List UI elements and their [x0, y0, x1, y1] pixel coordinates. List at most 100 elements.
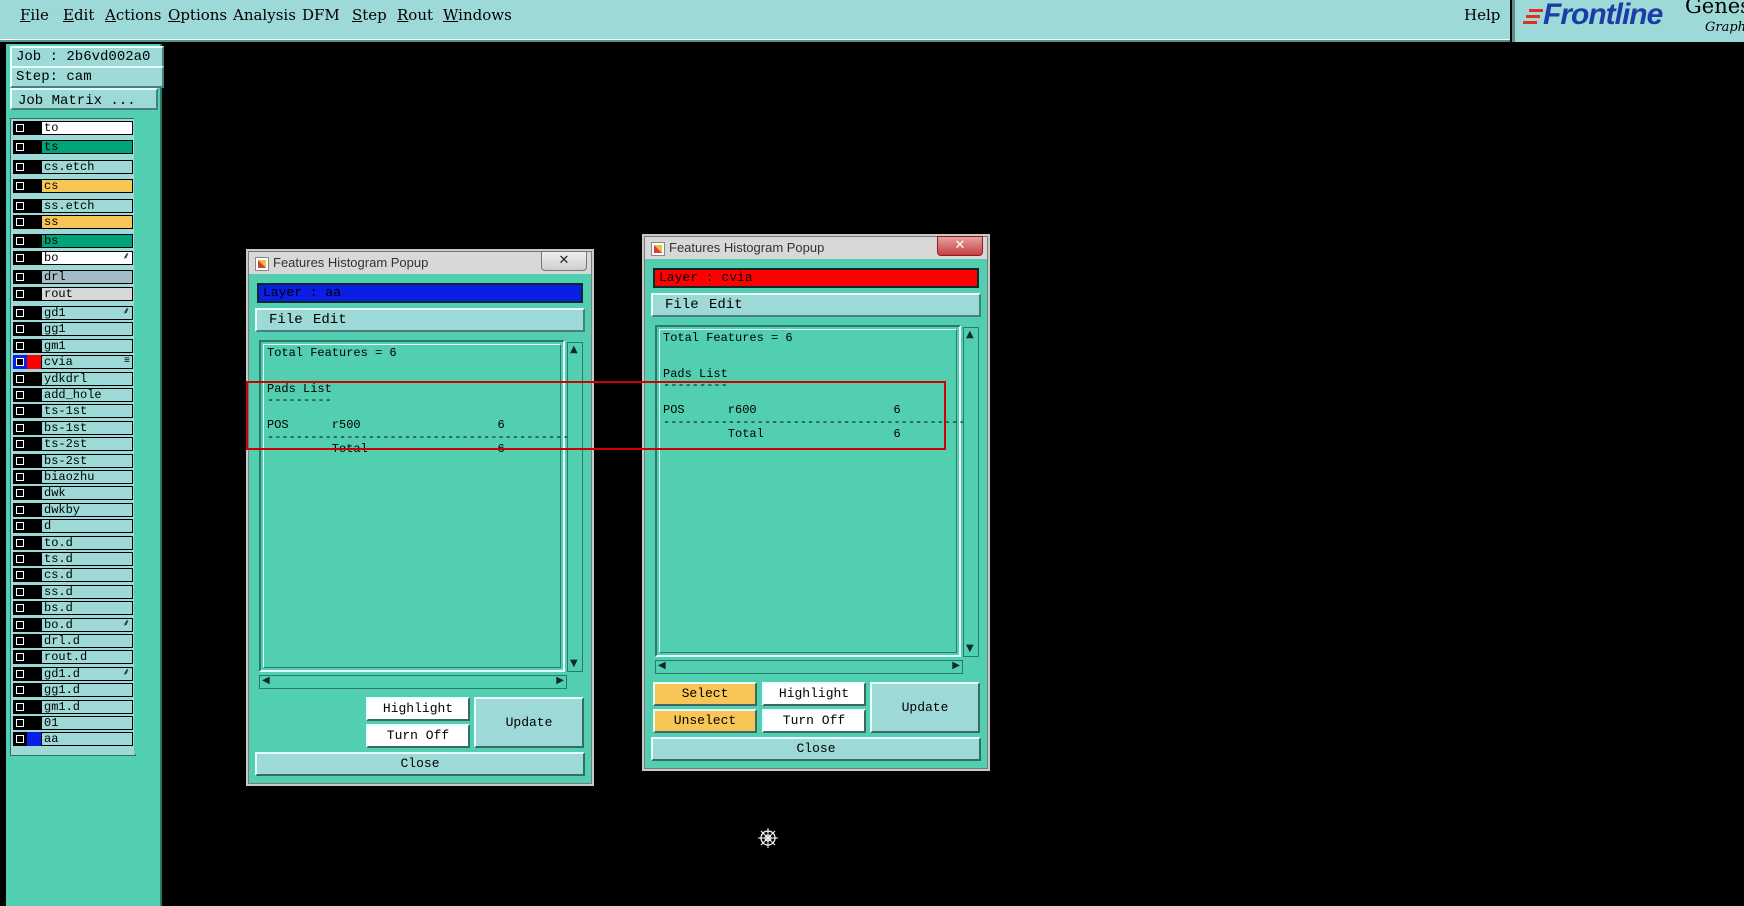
layer-row[interactable]: cs.etch — [13, 159, 133, 174]
layer-checkbox[interactable] — [13, 159, 27, 174]
layer-name[interactable]: ss.d — [41, 584, 133, 599]
layer-checkbox[interactable] — [13, 286, 27, 301]
layer-name[interactable]: cs — [41, 179, 133, 194]
highlight-button[interactable]: Highlight — [366, 697, 470, 721]
layer-checkbox[interactable] — [13, 666, 27, 681]
layer-row[interactable]: cvia ≡ — [13, 355, 133, 370]
layer-row[interactable]: rout.d — [13, 650, 133, 665]
scroll-up-icon[interactable]: ▲ — [570, 345, 578, 355]
window-close-icon[interactable]: ✕ — [937, 236, 983, 256]
layer-name[interactable]: rout.d — [41, 650, 133, 665]
layer-checkbox[interactable] — [13, 371, 27, 386]
window-close-icon[interactable]: ✕ — [541, 251, 587, 271]
unselect-button[interactable]: Unselect — [653, 709, 757, 733]
turn-off-button[interactable]: Turn Off — [762, 709, 866, 733]
vertical-scrollbar[interactable]: ▲ ▼ — [963, 327, 979, 657]
layer-row[interactable]: bo ⸙ — [13, 250, 133, 265]
layer-row[interactable]: ts-2st — [13, 437, 133, 452]
layer-checkbox[interactable] — [13, 198, 27, 213]
layer-checkbox[interactable] — [13, 404, 27, 419]
layer-row[interactable]: bo.d ⸙ — [13, 617, 133, 632]
layer-row[interactable]: ss — [13, 215, 133, 229]
layer-row[interactable]: bs — [13, 234, 133, 249]
layer-name[interactable]: ss — [41, 215, 133, 229]
layer-checkbox[interactable] — [13, 420, 27, 435]
layer-name[interactable]: ydkdrl — [41, 371, 133, 386]
layer-row[interactable]: gd1.d ⸙ — [13, 666, 133, 681]
update-button[interactable]: Update — [870, 682, 980, 733]
layer-name[interactable]: bs — [41, 234, 133, 249]
menu-step[interactable]: Step — [352, 6, 387, 24]
menu-rout[interactable]: Rout — [397, 6, 433, 24]
highlight-button[interactable]: Highlight — [762, 682, 866, 706]
scroll-left-icon[interactable]: ◀ — [658, 661, 666, 671]
menu-windows[interactable]: Windows — [443, 6, 512, 24]
select-button[interactable]: Select — [653, 682, 757, 706]
layer-row[interactable]: biaozhu — [13, 470, 133, 484]
layer-row[interactable]: ss.etch — [13, 198, 133, 213]
layer-row[interactable]: 01 — [13, 716, 133, 730]
menu-file[interactable]: File — [20, 6, 49, 24]
layer-row[interactable]: to — [13, 121, 133, 135]
layer-row[interactable]: ydkdrl — [13, 371, 133, 386]
layer-name[interactable]: d — [41, 519, 133, 534]
close-button[interactable]: Close — [651, 737, 981, 761]
horizontal-scrollbar[interactable]: ◀ ▶ — [259, 675, 567, 689]
menu-options[interactable]: Options — [168, 6, 227, 24]
layer-row[interactable]: ts-1st — [13, 404, 133, 419]
layer-name[interactable]: bs-1st — [41, 420, 133, 435]
layer-checkbox[interactable] — [13, 270, 27, 285]
layer-row[interactable]: gm1.d — [13, 699, 133, 714]
layer-row[interactable]: bs.d — [13, 601, 133, 616]
layer-row[interactable]: aa — [13, 732, 133, 747]
layer-row[interactable]: dwkby — [13, 502, 133, 517]
layer-name[interactable]: add_hole — [41, 388, 133, 402]
layer-name[interactable]: cs.etch — [41, 159, 133, 174]
layer-row[interactable]: gg1.d — [13, 683, 133, 698]
layer-row[interactable]: to.d — [13, 535, 133, 550]
popup-titlebar[interactable]: Features Histogram Popup — [249, 252, 591, 274]
layer-checkbox[interactable] — [13, 322, 27, 337]
layer-checkbox[interactable] — [13, 617, 27, 632]
scroll-down-icon[interactable]: ▼ — [570, 659, 578, 669]
layer-name[interactable]: cs.d — [41, 568, 133, 583]
layer-name[interactable]: ts — [41, 140, 133, 155]
layer-checkbox[interactable] — [13, 699, 27, 714]
layer-row[interactable]: drl.d — [13, 634, 133, 648]
layer-row[interactable]: d — [13, 519, 133, 534]
close-button[interactable]: Close — [255, 752, 585, 776]
layer-checkbox[interactable] — [13, 140, 27, 155]
layer-list-scrollbar[interactable] — [134, 118, 154, 754]
layer-checkbox[interactable] — [13, 470, 27, 484]
layer-name[interactable]: to.d — [41, 535, 133, 550]
layer-name[interactable]: bs-2st — [41, 453, 133, 468]
layer-row[interactable]: cs.d — [13, 568, 133, 583]
scroll-down-icon[interactable]: ▼ — [966, 644, 974, 654]
turn-off-button[interactable]: Turn Off — [366, 724, 470, 748]
layer-checkbox[interactable] — [13, 453, 27, 468]
layer-row[interactable]: bs-1st — [13, 420, 133, 435]
layer-checkbox[interactable] — [13, 650, 27, 665]
menu-dfm[interactable]: DFM — [302, 6, 340, 24]
layer-name[interactable]: bs.d — [41, 601, 133, 616]
layer-checkbox[interactable] — [13, 502, 27, 517]
layer-name[interactable]: to — [41, 121, 133, 135]
layer-checkbox[interactable] — [13, 519, 27, 534]
layer-name[interactable]: bo ⸙ — [41, 250, 133, 265]
layer-name[interactable]: gm1 — [41, 338, 133, 353]
job-matrix-button[interactable]: Job Matrix ... — [10, 88, 158, 110]
layer-checkbox[interactable] — [13, 601, 27, 616]
layer-name[interactable]: gd1.d ⸙ — [41, 666, 133, 681]
layer-checkbox[interactable] — [13, 121, 27, 135]
layer-row[interactable]: gg1 — [13, 322, 133, 337]
popup-menu-edit[interactable]: Edit — [709, 295, 743, 315]
layer-row[interactable]: ss.d — [13, 584, 133, 599]
layer-name[interactable]: 01 — [41, 716, 133, 730]
menu-edit[interactable]: Edit — [63, 6, 94, 24]
layer-row[interactable]: ts.d — [13, 552, 133, 566]
layer-name[interactable]: ts.d — [41, 552, 133, 566]
layer-row[interactable]: gm1 — [13, 338, 133, 353]
layer-checkbox[interactable] — [13, 568, 27, 583]
layer-checkbox[interactable] — [13, 179, 27, 194]
menu-analysis[interactable]: Analysis — [233, 6, 296, 24]
